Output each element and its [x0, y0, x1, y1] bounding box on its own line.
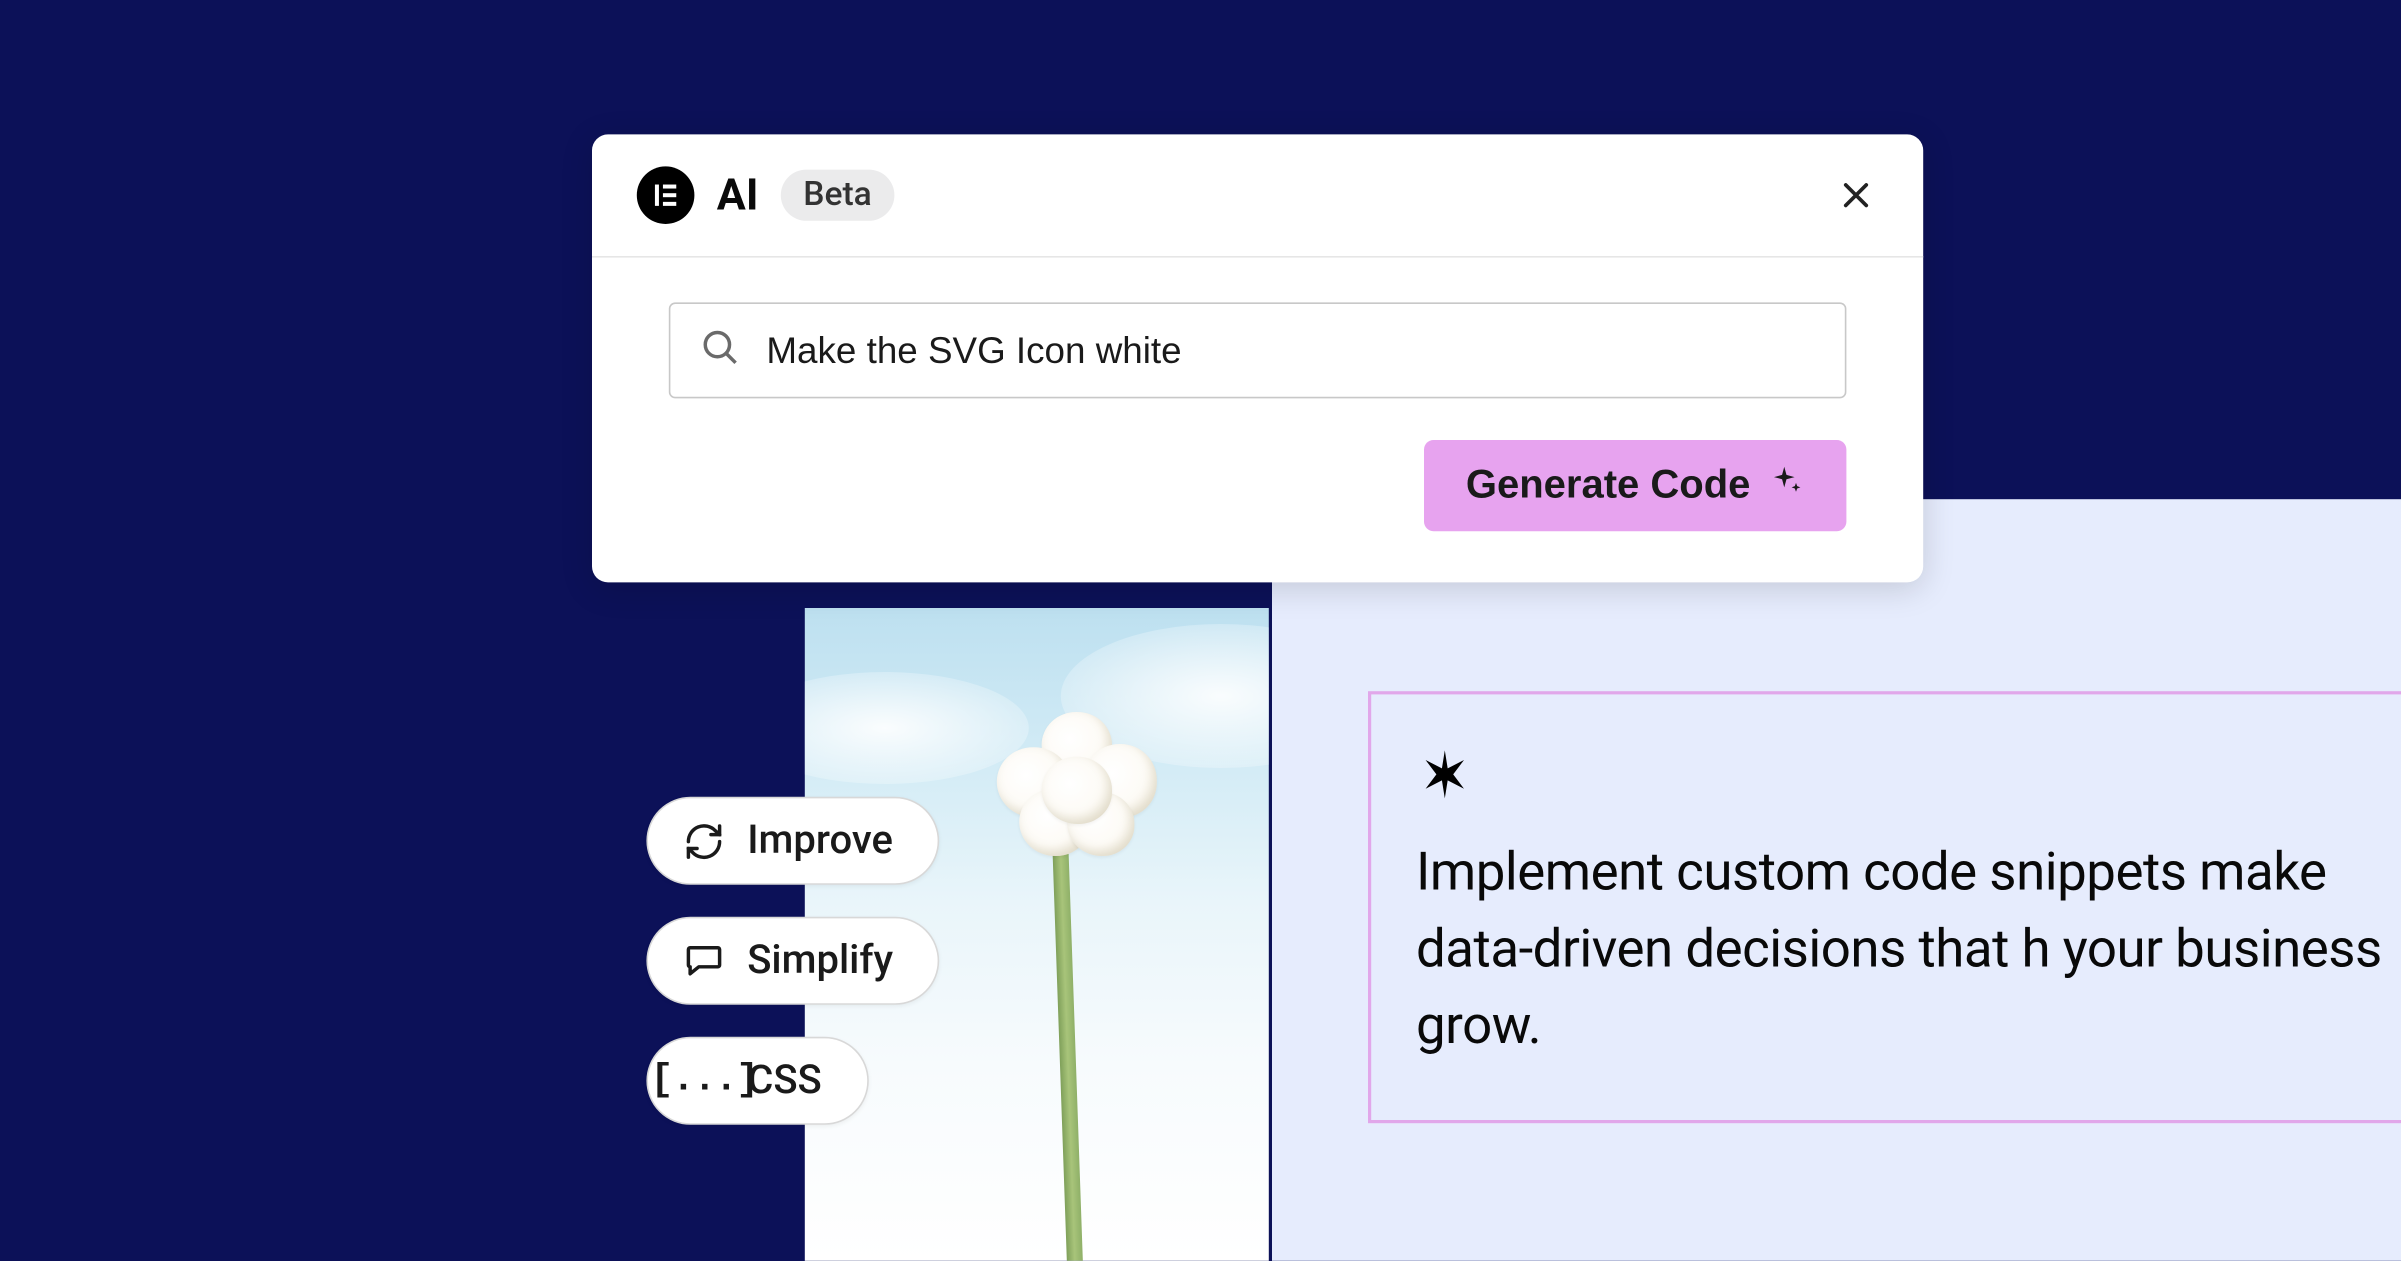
simplify-label: Simplify [747, 938, 893, 984]
ai-dialog: AI Beta Generat [592, 134, 1923, 582]
prompt-input[interactable] [766, 329, 1816, 372]
elementor-logo-icon [637, 166, 695, 224]
result-text: Implement custom code snippets make data… [1416, 835, 2401, 1065]
sparkle-icon [1770, 462, 1805, 508]
beta-badge: Beta [781, 170, 894, 221]
generate-code-button[interactable]: Generate Code [1424, 440, 1846, 531]
result-panel: Implement custom code snippets make data… [1272, 499, 2401, 1261]
code-bracket-icon: [...] [683, 1060, 725, 1102]
flower-stem [1052, 848, 1085, 1261]
flower-head [997, 712, 1157, 864]
simplify-button[interactable]: Simplify [646, 917, 939, 1005]
close-button[interactable] [1834, 173, 1879, 218]
css-button[interactable]: [...] CSS [646, 1037, 868, 1125]
search-icon [699, 326, 741, 374]
action-pills: Improve Simplify [...] CSS [646, 797, 939, 1125]
chat-icon [683, 940, 725, 982]
improve-label: Improve [747, 818, 893, 864]
asterisk-icon [1416, 739, 2401, 816]
prompt-input-container[interactable] [669, 302, 1847, 398]
cloud-decoration [805, 672, 1029, 784]
generate-code-label: Generate Code [1466, 462, 1751, 508]
dialog-body: Generate Code [592, 258, 1923, 583]
dialog-title: AI [717, 170, 759, 221]
improve-button[interactable]: Improve [646, 797, 939, 885]
result-border: Implement custom code snippets make data… [1368, 691, 2401, 1122]
dialog-header: AI Beta [592, 134, 1923, 257]
css-label: CSS [747, 1058, 822, 1104]
refresh-icon [683, 820, 725, 862]
